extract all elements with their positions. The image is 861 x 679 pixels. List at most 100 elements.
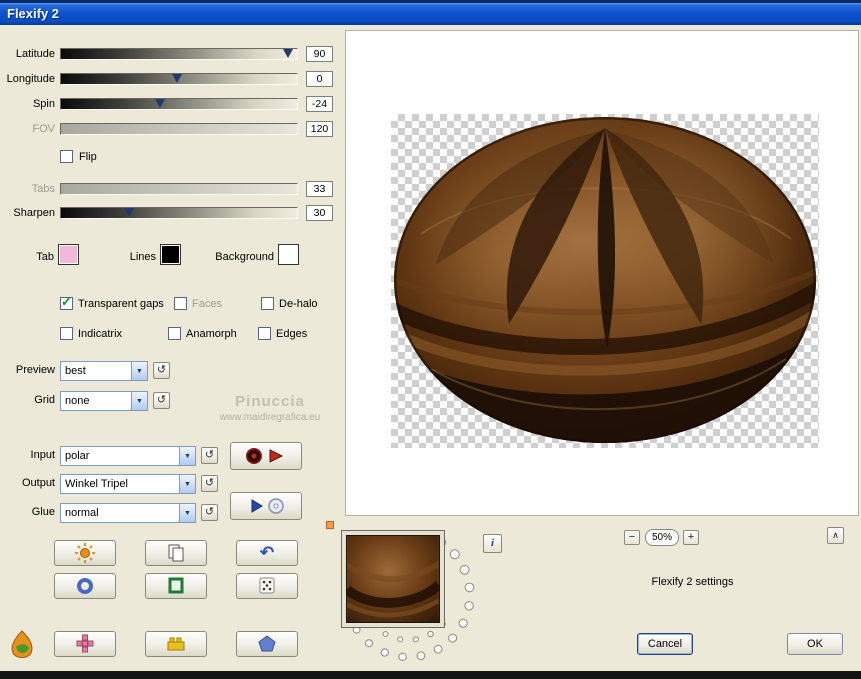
edges-label: Edges: [276, 327, 307, 341]
preview-dropdown[interactable]: best ▼: [60, 361, 148, 381]
dehalo-checkbox[interactable]: [261, 297, 274, 310]
chevron-down-icon[interactable]: ▼: [131, 392, 147, 410]
latitude-slider-thumb[interactable]: [283, 49, 293, 58]
sharpen-label: Sharpen: [2, 207, 55, 220]
pink-cross-button[interactable]: [54, 631, 116, 657]
check-icon: ✓: [61, 294, 72, 310]
pink-cross-icon: [74, 634, 96, 654]
sun-icon: [74, 543, 96, 563]
output-dropdown[interactable]: Winkel Tripel ▼: [60, 474, 196, 494]
titlebar[interactable]: Flexify 2: [0, 3, 861, 25]
dice-icon: [256, 576, 278, 596]
record-play-icon: [244, 447, 288, 465]
fov-value-field[interactable]: [306, 121, 333, 137]
zoom-level[interactable]: 50%: [645, 529, 679, 546]
dice-button[interactable]: [236, 573, 298, 599]
longitude-slider-thumb[interactable]: [172, 74, 182, 83]
window-bottom-edge: [0, 671, 861, 679]
background-color-swatch[interactable]: [278, 244, 299, 265]
tab-swatch-label: Tab: [28, 250, 54, 264]
watermark-url: www.maidiregrafica.eu: [200, 412, 340, 423]
edges-checkbox[interactable]: [258, 327, 271, 340]
preview-dropdown-value: best: [61, 365, 131, 377]
brick-button[interactable]: [145, 631, 207, 657]
pentagon-icon: [256, 634, 278, 654]
longitude-value-field[interactable]: [306, 71, 333, 87]
sharpen-slider-thumb[interactable]: [124, 208, 134, 217]
sharpen-slider[interactable]: [60, 207, 298, 219]
glue-shuffle-button[interactable]: ↺: [201, 504, 218, 521]
chevron-down-icon[interactable]: ▼: [179, 447, 195, 465]
background-swatch-label: Background: [210, 250, 274, 264]
pentagon-button[interactable]: [236, 631, 298, 657]
glue-dropdown[interactable]: normal ▼: [60, 503, 196, 523]
spin-label: Spin: [2, 98, 55, 111]
latitude-label: Latitude: [2, 48, 55, 61]
play-cd-icon: [244, 497, 288, 515]
tabs-value-field[interactable]: [306, 181, 333, 197]
preview-image[interactable]: [391, 114, 819, 448]
spin-value-field[interactable]: [306, 96, 333, 112]
longitude-slider[interactable]: [60, 73, 298, 85]
output-shuffle-button[interactable]: ↺: [201, 475, 218, 492]
spin-slider[interactable]: [60, 98, 298, 110]
flip-checkbox[interactable]: [60, 150, 73, 163]
input-dropdown-label: Input: [2, 449, 55, 462]
play-cd-button[interactable]: [230, 492, 302, 520]
thumbnail-image: [346, 535, 440, 623]
transparent-gaps-checkbox[interactable]: ✓: [60, 297, 73, 310]
cancel-button[interactable]: Cancel: [637, 633, 693, 655]
lines-swatch-label: Lines: [120, 250, 156, 264]
spin-slider-thumb[interactable]: [155, 99, 165, 108]
green-square-icon: [165, 576, 187, 596]
preview-thumbnail[interactable]: [341, 530, 445, 628]
output-dropdown-value: Winkel Tripel: [61, 478, 179, 490]
flip-label: Flip: [79, 150, 97, 164]
indicatrix-label: Indicatrix: [78, 327, 122, 341]
output-dropdown-label: Output: [2, 477, 55, 490]
glue-dropdown-value: normal: [61, 507, 179, 519]
latitude-slider[interactable]: [60, 48, 298, 60]
input-shuffle-button[interactable]: ↺: [201, 447, 218, 464]
collapse-button[interactable]: ∧: [827, 527, 844, 544]
tabs-label: Tabs: [2, 183, 55, 196]
faces-checkbox: [174, 297, 187, 310]
tab-color-swatch[interactable]: [58, 244, 79, 265]
grid-dropdown[interactable]: none ▼: [60, 391, 148, 411]
fov-label: FOV: [2, 123, 55, 136]
square-button[interactable]: [145, 573, 207, 599]
latitude-value-field[interactable]: [306, 46, 333, 62]
copy-icon: [165, 543, 187, 563]
lines-color-swatch[interactable]: [160, 244, 181, 265]
preview-panel: [345, 30, 859, 516]
input-dropdown-value: polar: [61, 450, 179, 462]
preview-shuffle-button[interactable]: ↺: [153, 362, 170, 379]
zoom-in-button[interactable]: +: [683, 530, 699, 545]
longitude-label: Longitude: [2, 73, 55, 86]
undo-icon: ↶: [260, 545, 274, 561]
chevron-down-icon[interactable]: ▼: [131, 362, 147, 380]
grid-shuffle-button[interactable]: ↺: [153, 392, 170, 409]
chevron-down-icon[interactable]: ▼: [179, 504, 195, 522]
transparency-checkerboard: [391, 114, 819, 448]
copy-button[interactable]: [145, 540, 207, 566]
settings-caption: Flexify 2 settings: [610, 576, 775, 588]
ring-button[interactable]: [54, 573, 116, 599]
chevron-down-icon[interactable]: ▼: [179, 475, 195, 493]
anamorph-checkbox[interactable]: [168, 327, 181, 340]
flaming-pear-logo-icon: [6, 629, 38, 661]
faces-label: Faces: [192, 297, 222, 311]
preview-dropdown-label: Preview: [2, 364, 55, 377]
indicatrix-checkbox[interactable]: [60, 327, 73, 340]
dehalo-label: De-halo: [279, 297, 318, 311]
sun-button[interactable]: [54, 540, 116, 566]
lego-brick-icon: [165, 634, 187, 654]
undo-button[interactable]: ↶: [236, 540, 298, 566]
ok-button[interactable]: OK: [787, 633, 843, 655]
zoom-out-button[interactable]: −: [624, 530, 640, 545]
input-dropdown[interactable]: polar ▼: [60, 446, 196, 466]
transparent-gaps-label: Transparent gaps: [78, 297, 164, 311]
record-play-button[interactable]: [230, 442, 302, 470]
info-button[interactable]: i: [483, 534, 502, 553]
sharpen-value-field[interactable]: [306, 205, 333, 221]
